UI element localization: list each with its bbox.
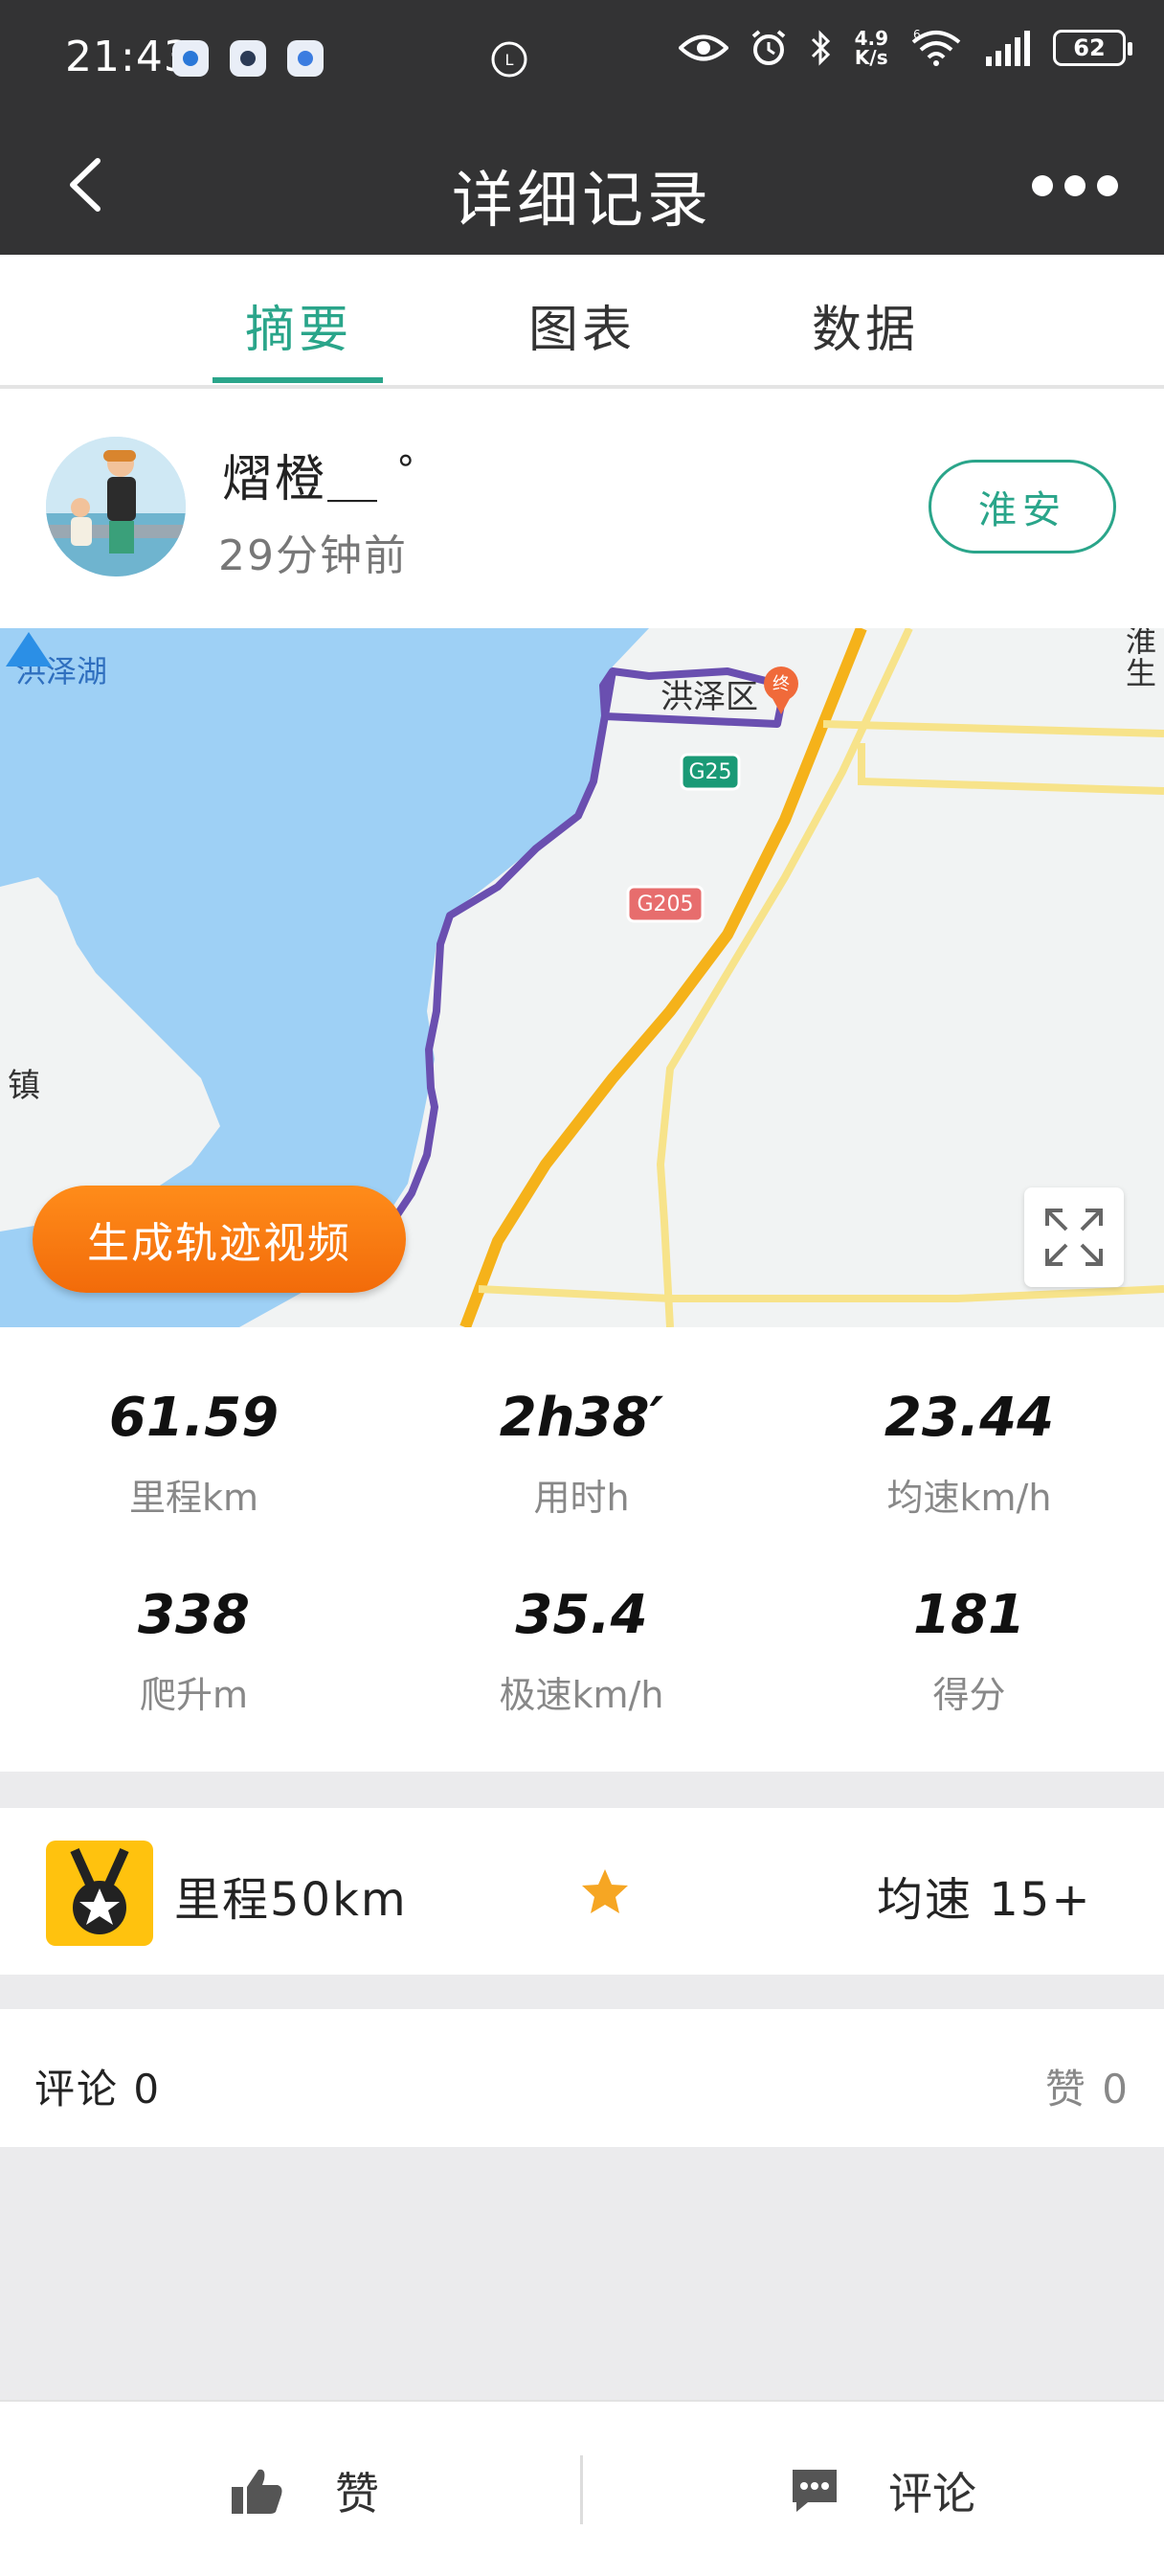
- stat-distance: 61.59 里程km: [0, 1387, 388, 1521]
- map-label-district: 洪泽区: [660, 678, 758, 716]
- comment-label: 评论: [888, 2468, 976, 2520]
- hd-call-icon: L: [491, 41, 527, 78]
- map-provider-logo-icon: [6, 632, 52, 667]
- tab-data[interactable]: 数据: [812, 289, 919, 361]
- svg-text:6: 6: [913, 29, 921, 41]
- eye-icon: [678, 34, 728, 61]
- status-right: 4.9 K/s 6 62: [678, 29, 1132, 67]
- battery-icon: 62: [1053, 30, 1132, 66]
- time-ago: 29分钟前: [218, 531, 408, 580]
- route-map[interactable]: 洪泽湖 洪泽区 镇 淮 生 终 G25 G205 生成轨迹视频: [0, 628, 1164, 1327]
- stat-label: 爬升m: [139, 1674, 249, 1716]
- stat-label: 极速km/h: [499, 1674, 664, 1716]
- notification-app-icon: [230, 40, 266, 77]
- stat-duration: 2h38′ 用时h: [388, 1387, 775, 1521]
- stat-label: 得分: [932, 1674, 1006, 1716]
- generate-track-video-button[interactable]: 生成轨迹视频: [33, 1186, 406, 1293]
- bottom-action-bar: 赞 评论: [0, 2400, 1164, 2576]
- divider: [580, 2455, 583, 2524]
- stat-value: 181: [913, 1584, 1025, 1646]
- like-count[interactable]: 赞 0: [1045, 2057, 1130, 2115]
- tab-charts[interactable]: 图表: [528, 289, 636, 361]
- stat-value: 2h38′: [499, 1387, 664, 1449]
- net-speed-unit: K/s: [854, 46, 888, 69]
- map-label-corner: 淮 生: [1126, 628, 1157, 691]
- comment-icon: [793, 2470, 837, 2512]
- g25-label: G25: [688, 760, 732, 784]
- notification-app-icon: [287, 40, 324, 77]
- comment-button[interactable]: 评论: [789, 2459, 976, 2522]
- medal-icon: [46, 1841, 153, 1946]
- stat-value: 338: [138, 1584, 250, 1646]
- status-app-icons: [172, 40, 324, 77]
- avatar-illustration: [46, 437, 186, 576]
- tab-bar: 摘要 图表 数据: [0, 255, 1164, 389]
- achievement-title: 里程50km: [174, 1873, 408, 1927]
- g205-label: G205: [637, 893, 694, 916]
- user-profile: 熠橙＿ ゜ 29分钟前 淮安: [0, 389, 1164, 628]
- comments-summary: 评论 0 赞 0: [0, 2009, 1164, 2147]
- dot-icon: [1097, 175, 1118, 196]
- stat-label: 用时h: [533, 1477, 630, 1519]
- notification-app-icon: [172, 40, 209, 77]
- stat-avg-speed: 23.44 均速km/h: [775, 1387, 1163, 1521]
- status-bar: 21:43 L 4.9 K/s 6 62: [0, 0, 1164, 119]
- stats-panel: 61.59 里程km 2h38′ 用时h 23.44 均速km/h 338 爬升…: [0, 1327, 1164, 1772]
- achievement-avg-speed: 均速 15+: [877, 1873, 1092, 1927]
- avatar[interactable]: [46, 437, 186, 576]
- like-label: 赞: [335, 2468, 379, 2520]
- net-speed: 4.9 K/s: [855, 29, 888, 67]
- stat-label: 里程km: [128, 1477, 259, 1519]
- fullscreen-button[interactable]: [1024, 1187, 1124, 1287]
- like-button[interactable]: 赞: [230, 2459, 379, 2522]
- alarm-icon: [751, 30, 785, 65]
- stat-score: 181 得分: [775, 1584, 1163, 1718]
- active-tab-indicator: [213, 377, 383, 383]
- more-options-button[interactable]: [1032, 167, 1118, 205]
- stat-value: 35.4: [515, 1584, 648, 1646]
- map-label-town: 镇: [8, 1067, 40, 1105]
- title-bar: 详细记录: [0, 119, 1164, 255]
- road-east: [822, 720, 1164, 737]
- net-speed-value: 4.9: [854, 27, 888, 50]
- stat-value: 61.59: [108, 1387, 280, 1449]
- road-south: [478, 1285, 1164, 1302]
- thumbs-up-icon: [232, 2469, 282, 2514]
- signal-icon: [986, 31, 1030, 66]
- star-icon: [582, 1869, 628, 1913]
- tab-summary[interactable]: 摘要: [245, 289, 352, 361]
- road-east-2: [858, 743, 1164, 795]
- stat-climb: 338 爬升m: [0, 1584, 388, 1718]
- dot-icon: [1032, 175, 1053, 196]
- dot-icon: [1064, 175, 1086, 196]
- wifi-icon: 6: [911, 29, 961, 66]
- svg-text:L: L: [505, 51, 514, 69]
- expand-icon: [1045, 1209, 1103, 1266]
- page-title: 详细记录: [452, 166, 712, 237]
- stat-value: 23.44: [884, 1387, 1055, 1449]
- stat-label: 均速km/h: [886, 1477, 1052, 1519]
- comment-count[interactable]: 评论 0: [34, 2057, 161, 2115]
- end-marker-label: 终: [772, 674, 790, 694]
- stat-max-speed: 35.4 极速km/h: [388, 1584, 775, 1718]
- achievement-row[interactable]: 里程50km 均速 15+: [0, 1808, 1164, 1975]
- username: 熠橙＿ ゜: [222, 451, 452, 508]
- bluetooth-icon: [811, 30, 830, 66]
- location-button[interactable]: 淮安: [929, 460, 1116, 554]
